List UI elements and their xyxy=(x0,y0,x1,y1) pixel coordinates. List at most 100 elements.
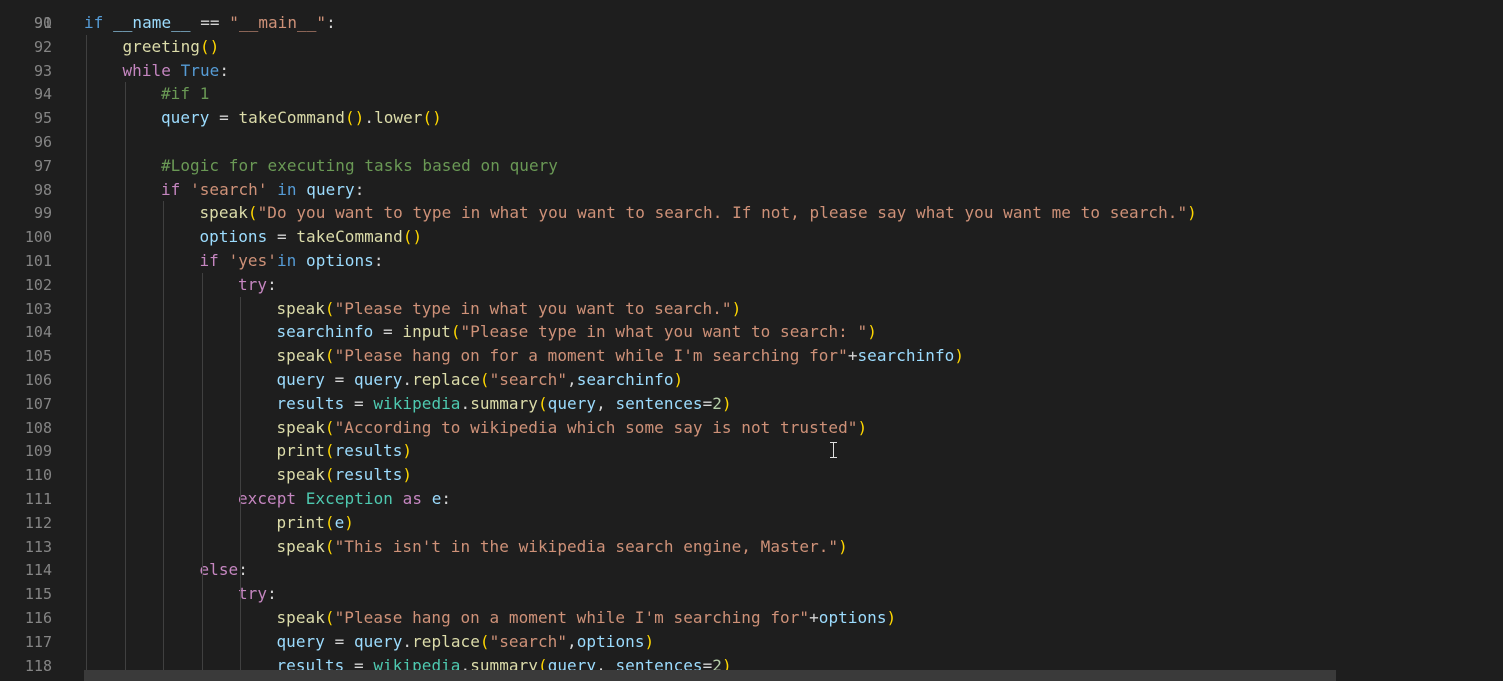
line-number: 99 xyxy=(33,204,52,223)
code-token: options xyxy=(576,631,645,651)
line-number: 96 xyxy=(33,133,52,151)
text-cursor-icon xyxy=(828,440,840,460)
code-text: speak("According to wikipedia which some… xyxy=(277,416,868,440)
code-token: ( xyxy=(324,536,335,556)
code-token: ( xyxy=(324,346,335,366)
code-text: query = query.replace("search",searchinf… xyxy=(277,368,684,392)
code-text: #Logic for executing tasks based on quer… xyxy=(161,154,558,178)
code-token: : xyxy=(354,179,365,199)
code-token: ( xyxy=(324,441,335,461)
code-token: __name__ xyxy=(113,13,191,32)
code-text: except Exception as e: xyxy=(238,487,451,511)
code-token: ( xyxy=(324,512,335,532)
code-token: () xyxy=(345,108,365,128)
code-token: : xyxy=(267,584,277,604)
line-number: 104 xyxy=(24,323,52,342)
code-token: ) xyxy=(886,608,897,627)
code-token: 2 xyxy=(712,393,722,413)
code-token: except xyxy=(238,489,297,508)
code-token: ( xyxy=(324,465,335,485)
code-token: ( xyxy=(247,203,258,223)
code-text: greeting() xyxy=(123,35,220,59)
line-number: 109 xyxy=(24,442,52,461)
code-token: = xyxy=(324,631,354,651)
code-token: try xyxy=(238,584,268,604)
code-token: : xyxy=(441,489,452,508)
code-token: : xyxy=(326,13,336,32)
code-token: ) xyxy=(402,441,413,461)
code-token: speak xyxy=(276,608,325,627)
code-text: options = takeCommand() xyxy=(200,225,423,249)
indent-guide xyxy=(163,201,164,681)
code-token: results xyxy=(334,465,403,485)
line-number: 101 xyxy=(24,252,52,270)
code-token: ) xyxy=(344,512,354,532)
code-token: "According to wikipedia which some say i… xyxy=(334,417,858,437)
line-number: 115 xyxy=(24,585,52,604)
line-number: 113 xyxy=(24,537,52,556)
code-token: "search" xyxy=(489,370,568,389)
code-token: if xyxy=(84,13,104,32)
code-token: speak xyxy=(276,465,325,485)
code-token: ( xyxy=(324,608,335,627)
code-token: speak xyxy=(276,298,325,318)
code-token: in xyxy=(277,179,297,199)
code-token: Exception xyxy=(305,489,393,508)
code-token: () xyxy=(199,36,220,56)
code-token: if xyxy=(161,179,181,199)
line-number: 117 xyxy=(24,632,52,651)
code-text: #if 1 xyxy=(161,82,209,106)
code-editor[interactable]: 90 91 if __name__ == "__main__": 92 greetin… xyxy=(0,0,1503,681)
line-number: 118 xyxy=(24,656,52,675)
code-token: 'search' xyxy=(190,179,268,199)
line-number: 112 xyxy=(24,513,52,532)
partial-line: 90 xyxy=(0,0,52,32)
code-token: e xyxy=(431,489,442,508)
code-text: try: xyxy=(238,582,277,606)
code-token: ) xyxy=(1187,203,1197,223)
code-token: ( xyxy=(324,298,335,318)
code-token: "Please type in what you want to search:… xyxy=(460,322,868,342)
code-token: sentences xyxy=(615,393,703,413)
code-token: speak xyxy=(276,346,325,366)
code-text: if __name__ == "__main__": xyxy=(84,11,336,35)
code-token: ( xyxy=(479,370,490,389)
code-token: "This isn't in the wikipedia search engi… xyxy=(334,536,839,556)
code-token: = xyxy=(344,393,374,413)
code-token: , xyxy=(567,370,577,389)
line-number: 102 xyxy=(24,275,52,294)
code-token: try xyxy=(238,274,268,294)
code-token: : xyxy=(219,60,230,80)
line-number: 106 xyxy=(24,371,52,389)
code-token: takeCommand xyxy=(238,108,345,128)
indent-guide xyxy=(201,272,203,681)
code-token: else xyxy=(199,560,239,580)
code-token: , xyxy=(596,393,616,413)
code-token: == xyxy=(190,13,230,32)
code-text: speak("Please hang on for a moment while… xyxy=(277,344,965,368)
code-text: try: xyxy=(238,273,277,297)
line-number: 98 xyxy=(33,180,52,199)
code-token: options xyxy=(306,251,374,270)
line-number: 94 xyxy=(33,85,52,104)
code-token: print xyxy=(276,512,325,532)
horizontal-scrollbar[interactable] xyxy=(84,670,1336,681)
code-token: ( xyxy=(324,417,335,437)
code-token: options xyxy=(199,227,268,247)
code-text: speak("Please type in what you want to s… xyxy=(277,297,742,321)
code-token: : xyxy=(373,251,384,270)
code-token: takeCommand xyxy=(296,227,403,247)
code-token: as xyxy=(402,489,423,508)
code-text: searchinfo = input("Please type in what … xyxy=(277,320,877,344)
code-token: greeting xyxy=(122,36,200,56)
code-token: + xyxy=(847,346,858,366)
indent-guide xyxy=(240,296,241,681)
